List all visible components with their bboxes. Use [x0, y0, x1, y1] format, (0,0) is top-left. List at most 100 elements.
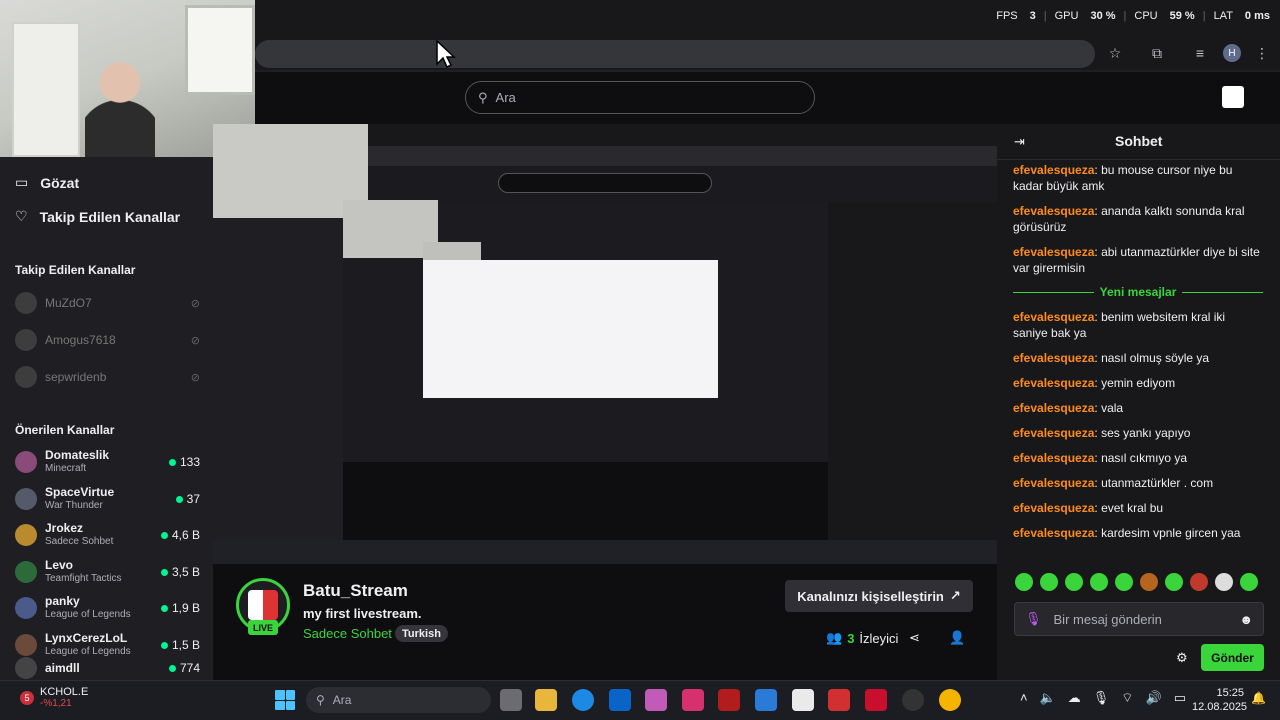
- channel-name[interactable]: Batu_Stream: [303, 581, 408, 601]
- collapse-chat-icon[interactable]: ⇥: [1014, 134, 1025, 150]
- extensions-icon[interactable]: ⧉: [1147, 43, 1167, 63]
- emote-icon[interactable]: [1240, 573, 1258, 591]
- emote-icon[interactable]: [1115, 573, 1133, 591]
- fps-value: 3: [1029, 10, 1036, 22]
- user-avatar[interactable]: [1222, 86, 1244, 108]
- viewer-count: 133: [168, 455, 200, 469]
- avatar: [15, 524, 37, 546]
- channel-game: League of Legends: [45, 609, 131, 620]
- notification-icon[interactable]: 🔔: [1251, 691, 1266, 705]
- emote-icon[interactable]: [1190, 573, 1208, 591]
- nav-browse-label: Gözat: [40, 174, 80, 191]
- bookmark-star-icon[interactable]: ☆: [1105, 43, 1125, 63]
- channel-name: sepwridenb: [45, 370, 107, 384]
- windows-start-icon[interactable]: [275, 690, 295, 710]
- mcafee-icon[interactable]: [718, 689, 740, 711]
- emote-icon[interactable]: [1165, 573, 1183, 591]
- stock-change: -%1,21: [40, 698, 72, 709]
- send-button[interactable]: Gönder: [1201, 644, 1264, 671]
- recommended-channel[interactable]: panky League of Legends 1,9 B: [15, 591, 200, 625]
- emoji-icon[interactable]: ☻: [1239, 612, 1253, 627]
- emote-icon[interactable]: [1090, 573, 1108, 591]
- address-bar[interactable]: [255, 40, 1095, 68]
- emote-icon[interactable]: [1040, 573, 1058, 591]
- offline-icon: ⊘: [190, 334, 200, 347]
- gear-icon[interactable]: ⚙: [1176, 650, 1188, 666]
- lat-value: 0 ms: [1244, 10, 1270, 22]
- file-explorer-icon[interactable]: [535, 689, 557, 711]
- speaker-icon[interactable]: 🔊: [1146, 690, 1162, 706]
- avatar: [15, 329, 37, 351]
- live-dot-icon: [168, 664, 176, 672]
- obs-icon[interactable]: [902, 689, 924, 711]
- recommended-channel[interactable]: Jrokez Sadece Sohbet 4,6 B: [15, 518, 200, 552]
- share-icon[interactable]: ⋖: [909, 630, 920, 646]
- gpu-value: 30 %: [1090, 10, 1116, 22]
- chat-message: efevalesqueza: abi utanmaztürkler diye b…: [1013, 245, 1260, 275]
- user-settings-icon[interactable]: 👤: [949, 630, 965, 646]
- app-icon[interactable]: [865, 689, 887, 711]
- customize-channel-button[interactable]: Kanalınızı kişiselleştirin ↗: [785, 580, 973, 612]
- chat-message: efevalesqueza: evet kral bu: [1013, 501, 1164, 515]
- channel-name: Jrokez: [45, 521, 84, 535]
- app-icon[interactable]: [828, 689, 850, 711]
- external-link-icon: ↗: [949, 588, 961, 603]
- recommended-channel[interactable]: SpaceVirtue War Thunder 37: [15, 482, 200, 516]
- emote-icon[interactable]: [1140, 573, 1158, 591]
- browser-profile-avatar[interactable]: H: [1223, 44, 1241, 62]
- emote-icon[interactable]: [1215, 573, 1233, 591]
- volume-icon[interactable]: 🔈: [1040, 690, 1056, 706]
- viewer-count: 👥 3 İzleyici: [826, 630, 898, 646]
- followed-channel[interactable]: sepwridenb ⊘: [15, 365, 200, 389]
- emote-icon[interactable]: [1065, 573, 1083, 591]
- live-dot-icon: [175, 495, 183, 503]
- wifi-icon[interactable]: ⌔: [1121, 690, 1133, 706]
- stream-tag[interactable]: Turkish: [395, 625, 448, 642]
- viewer-count: 1,5 B: [160, 638, 200, 652]
- stream-video-player[interactable]: [213, 124, 997, 564]
- viewer-count: 1,9 B: [160, 601, 200, 615]
- taskbar-search[interactable]: ⚲ Ara: [306, 687, 491, 713]
- outlook-icon[interactable]: [609, 689, 631, 711]
- stock-badge: 5: [20, 690, 34, 705]
- emote-icon[interactable]: [1015, 573, 1033, 591]
- channel-name: LynxCerezLoL: [45, 631, 128, 645]
- hand-icon[interactable]: [792, 689, 814, 711]
- cloud-icon[interactable]: ☁: [1068, 690, 1081, 706]
- chevron-up-icon[interactable]: ˄: [1020, 690, 1028, 706]
- emote-bar: [1015, 573, 1265, 591]
- system-clock[interactable]: 15:25 12.08.2025: [1192, 686, 1247, 714]
- followed-channel[interactable]: Amogus7618 ⊘: [15, 328, 200, 352]
- microphone-icon[interactable]: 🎙: [1093, 690, 1110, 706]
- live-dot-icon: [160, 604, 168, 612]
- app-icon[interactable]: [755, 689, 777, 711]
- stock-widget[interactable]: 5 KCHOL.E -%1,21: [20, 686, 88, 709]
- chat-message: efevalesqueza: nasıl olmuş söyle ya: [1013, 351, 1210, 365]
- viewers-icon: 👥: [826, 630, 843, 645]
- live-dot-icon: [160, 568, 168, 576]
- nav-following[interactable]: ♡ Takip Edilen Kanallar: [15, 208, 180, 225]
- battery-icon[interactable]: ▭: [1174, 690, 1186, 706]
- channel-game: Teamfight Tactics: [45, 573, 122, 584]
- followed-channel[interactable]: MuZdO7 ⊘: [15, 291, 200, 315]
- edge-icon[interactable]: [572, 689, 594, 711]
- channel-game: War Thunder: [45, 500, 103, 511]
- chat-input[interactable]: 🎙 Bir mesaj gönderin ☻: [1014, 602, 1264, 636]
- recommended-channel[interactable]: aimdll 774: [15, 657, 200, 679]
- media-controls-icon[interactable]: ≡: [1190, 43, 1210, 63]
- search-input[interactable]: ⚲ Ara: [465, 81, 815, 114]
- system-tray: ˄ 🔈 ☁ 🎙 ⌔ 🔊 ▭: [1020, 690, 1186, 706]
- stream-category[interactable]: Sadece Sohbet: [303, 626, 392, 641]
- nav-browse[interactable]: ▭ Gözat: [15, 174, 79, 191]
- task-view-icon[interactable]: [500, 689, 522, 711]
- channel-name: Domateslik: [45, 448, 110, 462]
- live-dot-icon: [168, 458, 176, 466]
- copilot-icon[interactable]: [645, 689, 667, 711]
- recommended-channel[interactable]: Domateslik Minecraft 133: [15, 445, 200, 479]
- recommended-channel[interactable]: Levo Teamfight Tactics 3,5 B: [15, 555, 200, 589]
- browser-menu-icon[interactable]: ⋮: [1252, 43, 1272, 63]
- microphone-icon[interactable]: 🎙: [1025, 611, 1042, 627]
- chrome-icon[interactable]: [939, 689, 961, 711]
- instagram-icon[interactable]: [682, 689, 704, 711]
- mouse-cursor-icon: [436, 40, 456, 69]
